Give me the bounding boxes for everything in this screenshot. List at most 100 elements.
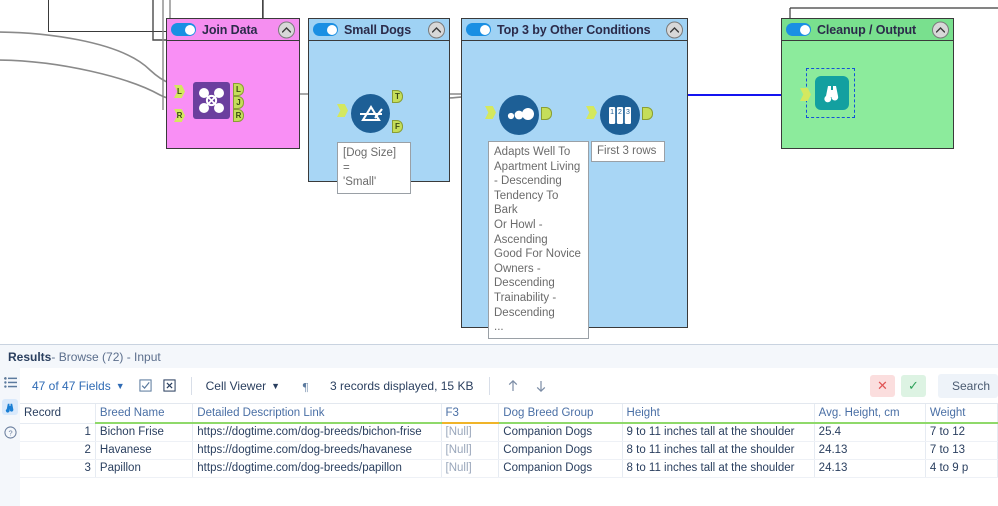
column-header-record[interactable]: Record	[20, 404, 96, 424]
cell-breed-2[interactable]: Havanese	[95, 441, 194, 460]
filter-annotation: [Dog Size] = 'Small'	[337, 142, 411, 194]
table-row[interactable]: 1 Bichon Frise https://dogtime.com/dog-bre…	[20, 423, 998, 442]
join-input-anchor-L[interactable]: L	[174, 85, 185, 98]
checkbox-checked-icon[interactable]	[137, 377, 155, 395]
cell-f3-2[interactable]: [Null]	[441, 441, 500, 460]
svg-text:?: ?	[8, 428, 12, 437]
container-header-join-data[interactable]: Join Data	[167, 19, 299, 41]
cell-breed-1[interactable]: Bichon Frise	[95, 423, 194, 442]
svg-text:2: 2	[618, 109, 622, 116]
cell-avgheight-2[interactable]: 24.13	[814, 441, 926, 460]
sort-output-anchor[interactable]	[541, 107, 552, 120]
container-title-join-data: Join Data	[202, 22, 258, 37]
chevron-up-icon-join-data[interactable]	[278, 21, 295, 38]
workflow-canvas[interactable]: Join Data L R L J R Small Dogs T F [Dog …	[0, 0, 998, 344]
search-input[interactable]: Search	[952, 379, 990, 393]
filter-input-anchor[interactable]	[337, 104, 348, 117]
table-row[interactable]: 2 Havanese https://dogtime.com/dog-breeds/…	[20, 441, 998, 460]
cell-avgheight-3[interactable]: 24.13	[814, 459, 926, 478]
container-toggle-join-data[interactable]	[171, 23, 196, 36]
fields-selector[interactable]: 47 of 47 Fields ▼	[32, 379, 125, 393]
checkbox-cross-icon[interactable]	[161, 377, 179, 395]
table-row[interactable]: 3 Papillon https://dogtime.com/dog-breeds/…	[20, 459, 998, 478]
cell-weight-2[interactable]: 7 to 13	[925, 441, 998, 460]
container-top3[interactable]: Top 3 by Other Conditions Adapts Well To…	[461, 18, 688, 339]
list-icon[interactable]	[2, 374, 18, 390]
container-toggle-top3[interactable]	[466, 23, 491, 36]
records-displayed-label: 3 records displayed, 15 KB	[330, 378, 474, 393]
chevron-up-icon-small-dogs[interactable]	[428, 21, 445, 38]
accept-button[interactable]: ✓	[901, 374, 926, 397]
chevron-up-icon-top3[interactable]	[666, 21, 683, 38]
column-header-height[interactable]: Height	[622, 404, 815, 424]
cell-height-1[interactable]: 9 to 11 inches tall at the shoulder	[622, 423, 815, 442]
binoculars-icon-rail[interactable]	[2, 399, 18, 415]
column-header-avgheight[interactable]: Avg. Height, cm	[814, 404, 926, 424]
cell-weight-3[interactable]: 4 to 9 p	[925, 459, 998, 478]
cell-weight-1[interactable]: 7 to 12	[925, 423, 998, 442]
search-box[interactable]: Search	[938, 373, 998, 398]
join-tool[interactable]: L R L J R	[174, 82, 244, 122]
reject-button[interactable]: ✕	[870, 374, 895, 397]
browse-tool[interactable]	[800, 76, 849, 110]
sort-annotation-line-4: Tendency To Bark	[494, 189, 559, 217]
filter-output-anchor-F[interactable]: F	[392, 120, 403, 133]
cell-viewer-selector[interactable]: Cell Viewer ▼	[206, 379, 280, 393]
container-toggle-small-dogs[interactable]	[313, 23, 338, 36]
filter-output-anchor-T[interactable]: T	[392, 90, 403, 103]
sample-annotation: First 3 rows	[591, 141, 665, 162]
help-icon[interactable]: ?	[2, 424, 18, 440]
cell-avgheight-1[interactable]: 25.4	[814, 423, 926, 442]
results-table-wrapper[interactable]: Record Breed Name Detailed Description Lin…	[20, 404, 998, 506]
cell-height-3[interactable]: 8 to 11 inches tall at the shoulder	[622, 459, 815, 478]
container-toggle-cleanup-output[interactable]	[786, 23, 811, 36]
container-cleanup-output[interactable]: Cleanup / Output	[781, 18, 954, 149]
container-header-small-dogs[interactable]: Small Dogs	[309, 19, 449, 41]
cell-group-3[interactable]: Companion Dogs	[498, 459, 623, 478]
cell-breed-3[interactable]: Papillon	[95, 459, 194, 478]
pilcrow-icon[interactable]: ¶	[296, 377, 314, 395]
cell-link-2[interactable]: https://dogtime.com/dog-breeds/havanese	[192, 441, 442, 460]
container-title-cleanup-output: Cleanup / Output	[817, 22, 917, 37]
arrow-down-icon[interactable]	[532, 377, 550, 395]
fields-selector-label: 47 of 47 Fields	[32, 378, 111, 393]
column-header-group[interactable]: Dog Breed Group	[498, 404, 623, 424]
cell-record-3[interactable]: 3	[20, 459, 96, 478]
column-header-weight[interactable]: Weight	[925, 404, 998, 424]
column-header-link[interactable]: Detailed Description Link	[192, 404, 442, 424]
filter-tool[interactable]: T F	[337, 90, 403, 133]
cell-height-2[interactable]: 8 to 11 inches tall at the shoulder	[622, 441, 815, 460]
container-header-cleanup-output[interactable]: Cleanup / Output	[782, 19, 953, 41]
cell-group-2[interactable]: Companion Dogs	[498, 441, 623, 460]
sort-annotation-line-7: Good For Novice	[494, 248, 581, 261]
sample-output-anchor[interactable]	[642, 107, 653, 120]
join-input-anchor-R[interactable]: R	[174, 109, 185, 122]
chevron-up-icon-cleanup-output[interactable]	[932, 21, 949, 38]
container-join-data[interactable]: Join Data L R L J R	[166, 18, 300, 149]
sort-tool[interactable]	[485, 95, 552, 135]
sample-tool[interactable]: 1 2 3	[586, 95, 653, 135]
svg-text:¶: ¶	[302, 379, 308, 393]
sort-annotation-line-1: Adapts Well To	[494, 146, 571, 158]
cell-record-1[interactable]: 1	[20, 423, 96, 442]
column-header-f3[interactable]: F3	[441, 404, 500, 424]
cell-group-1[interactable]: Companion Dogs	[498, 423, 623, 442]
sort-annotation-line-11: Descending	[494, 306, 555, 319]
cell-record-2[interactable]: 2	[20, 441, 96, 460]
column-header-breed[interactable]: Breed Name	[95, 404, 194, 424]
cell-viewer-label: Cell Viewer	[205, 378, 267, 393]
join-tool-icon	[193, 82, 230, 119]
cell-f3-1[interactable]: [Null]	[441, 423, 500, 442]
join-output-anchor-R[interactable]: R	[233, 109, 244, 122]
arrow-up-icon[interactable]	[504, 377, 522, 395]
join-output-anchor-J[interactable]: J	[233, 96, 244, 109]
filter-tool-icon	[351, 94, 390, 133]
cell-link-3[interactable]: https://dogtime.com/dog-breeds/papillon	[192, 459, 442, 478]
cell-f3-3[interactable]: [Null]	[441, 459, 500, 478]
container-small-dogs[interactable]: Small Dogs T F [Dog Size] = 'Small'	[308, 18, 450, 194]
sample-input-anchor[interactable]	[586, 106, 597, 119]
sort-input-anchor[interactable]	[485, 106, 496, 119]
join-output-anchor-L[interactable]: L	[233, 83, 244, 96]
cell-link-1[interactable]: https://dogtime.com/dog-breeds/bichon-fr…	[192, 423, 442, 442]
container-header-top3[interactable]: Top 3 by Other Conditions	[462, 19, 687, 41]
